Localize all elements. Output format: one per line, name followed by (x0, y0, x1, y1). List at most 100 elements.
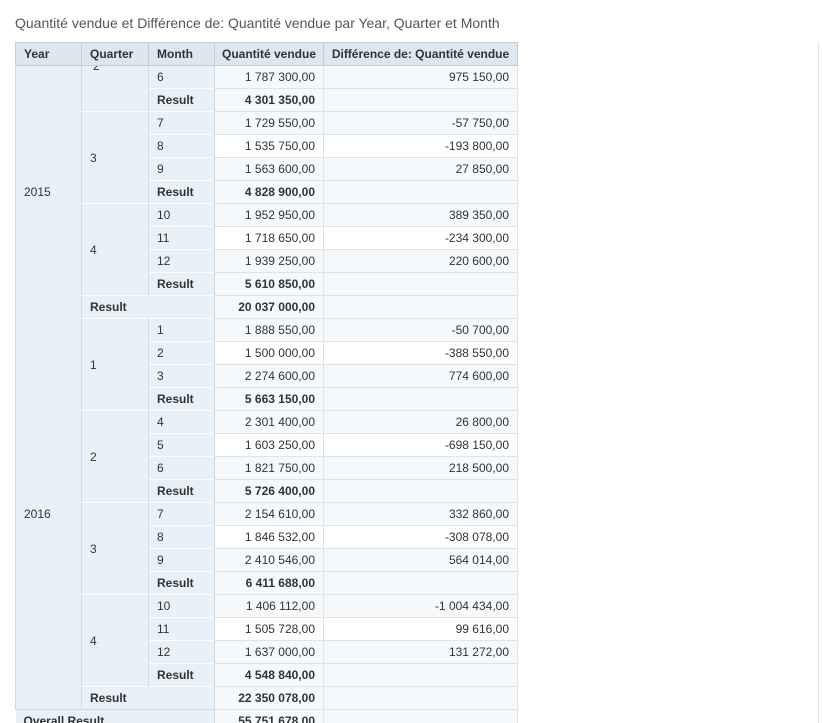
table-row: 2015 6 1 787 300,00 975 150,00 (15, 65, 518, 319)
quarter-result-quantity: 5 610 850,00 (214, 272, 324, 296)
quarter-result-difference (323, 272, 518, 296)
table-row: 371 729 550,00 -57 750,00 (16, 111, 518, 204)
quarter-result-label: Result (148, 479, 215, 503)
quarter-result-difference (323, 88, 518, 112)
difference-cell: -50 700,00 (323, 318, 518, 342)
difference-cell: 131 272,00 (323, 640, 518, 664)
quarter-result-label: Result (148, 663, 215, 687)
quantity-cell: 2 410 546,00 (214, 548, 324, 572)
table-header: Year Quarter Month Quantité vendue Diffé… (15, 42, 518, 66)
month-cell[interactable]: 7 (148, 111, 215, 135)
difference-cell: -308 078,00 (323, 525, 518, 549)
month-cell[interactable]: 5 (148, 433, 215, 457)
quarter-cell[interactable]: 4 (81, 203, 149, 296)
year-result-row: Result 22 350 078,00 (16, 686, 518, 710)
quarter-cell[interactable]: 3 (81, 111, 149, 204)
table-row: 372 154 610,00 332 860,00 (16, 502, 518, 595)
pivot-table-container: Year Quarter Month Quantité vendue Diffé… (15, 42, 518, 723)
year-result-quantity: 20 037 000,00 (214, 295, 324, 319)
month-cell[interactable]: 12 (148, 249, 215, 273)
quarter-result-quantity: 4 548 840,00 (214, 663, 324, 687)
quarter-result-difference (323, 571, 518, 595)
header-quantity[interactable]: Quantité vendue (214, 42, 324, 66)
month-cell[interactable]: 4 (148, 410, 215, 434)
difference-cell: 564 014,00 (323, 548, 518, 572)
difference-cell: 389 350,00 (323, 203, 518, 227)
table-row: 4 10 1 406 112,00 -1 004 434,00 (16, 594, 518, 687)
difference-cell: -1 004 434,00 (323, 594, 518, 618)
year-result-quantity: 22 350 078,00 (214, 686, 324, 710)
difference-cell: 99 616,00 (323, 617, 518, 641)
quantity-cell: 2 154 610,00 (214, 502, 324, 526)
pivot-table: Year Quarter Month Quantité vendue Diffé… (15, 42, 518, 723)
month-cell[interactable]: 9 (148, 157, 215, 181)
header-month[interactable]: Month (148, 42, 215, 66)
month-cell[interactable]: 11 (148, 226, 215, 250)
month-cell[interactable]: 10 (148, 203, 215, 227)
month-cell[interactable]: 6 (148, 456, 215, 480)
month-cell[interactable]: 12 (148, 640, 215, 664)
quarter-result-label: Result (148, 571, 215, 595)
quantity-cell: 1 563 600,00 (214, 157, 324, 181)
difference-cell: -234 300,00 (323, 226, 518, 250)
header-year[interactable]: Year (15, 42, 82, 66)
header-row: Year Quarter Month Quantité vendue Diffé… (15, 42, 518, 66)
quantity-cell: 1 406 112,00 (214, 594, 324, 618)
table-body: 2015 6 1 787 300,00 975 150,00 Result 4 301 3… (15, 65, 518, 723)
quantity-cell: 1 952 950,00 (214, 203, 324, 227)
quarter-result-label: Result (148, 180, 215, 204)
quarter-result-quantity: 4 828 900,00 (214, 180, 324, 204)
month-cell[interactable]: 3 (148, 364, 215, 388)
difference-cell: 27 850,00 (323, 157, 518, 181)
difference-cell: -388 550,00 (323, 341, 518, 365)
difference-cell: 975 150,00 (323, 65, 518, 89)
overall-result-row: Overall Result 55 751 678,00 (15, 709, 518, 723)
quarter-result-quantity: 4 301 350,00 (214, 88, 324, 112)
quarter-result-difference (323, 180, 518, 204)
quantity-cell: 1 637 000,00 (214, 640, 324, 664)
table-row: 4 10 1 952 950,00 389 350,00 (16, 203, 518, 296)
header-difference[interactable]: Différence de: Quantité vendue (323, 42, 518, 66)
quarter-cell[interactable] (81, 65, 149, 112)
quantity-cell: 2 274 600,00 (214, 364, 324, 388)
quantity-cell: 1 729 550,00 (214, 111, 324, 135)
month-cell[interactable]: 8 (148, 525, 215, 549)
overall-result-quantity: 55 751 678,00 (214, 709, 324, 723)
quarter-result-quantity: 5 663 150,00 (214, 387, 324, 411)
header-quarter[interactable]: Quarter (81, 42, 149, 66)
quantity-cell: 1 500 000,00 (214, 341, 324, 365)
month-cell[interactable]: 11 (148, 617, 215, 641)
month-cell[interactable]: 1 (148, 318, 215, 342)
difference-cell: 774 600,00 (323, 364, 518, 388)
table-row: 242 301 400,00 26 800,00 (16, 410, 518, 503)
quarter-result-quantity: 6 411 688,00 (214, 571, 324, 595)
quarter-result-label: Result (148, 387, 215, 411)
difference-cell: 218 500,00 (323, 456, 518, 480)
month-cell[interactable]: 6 (148, 65, 215, 89)
quantity-cell: 2 301 400,00 (214, 410, 324, 434)
month-cell[interactable]: 2 (148, 341, 215, 365)
quantity-cell: 1 939 250,00 (214, 249, 324, 273)
difference-cell: -698 150,00 (323, 433, 518, 457)
difference-cell: 220 600,00 (323, 249, 518, 273)
month-cell[interactable]: 9 (148, 548, 215, 572)
quarter-cell[interactable]: 2 (81, 410, 149, 503)
overall-result-difference (323, 709, 518, 723)
quarter-result-label: Result (148, 88, 215, 112)
quantity-cell: 1 718 650,00 (214, 226, 324, 250)
quantity-cell: 1 821 750,00 (214, 456, 324, 480)
report-title: Quantité vendue et Différence de: Quanti… (15, 15, 500, 31)
year-result-row: Result 20 037 000,00 (16, 295, 518, 319)
difference-cell: 26 800,00 (323, 410, 518, 434)
year-cell[interactable]: 2016 (15, 318, 82, 710)
year-cell[interactable]: 2015 (15, 65, 82, 319)
month-cell[interactable]: 10 (148, 594, 215, 618)
partial-quarter-label: 2 (93, 66, 158, 70)
quarter-cell[interactable]: 4 (81, 594, 149, 687)
month-cell[interactable]: 8 (148, 134, 215, 158)
quarter-cell[interactable]: 1 (81, 318, 149, 411)
quantity-cell: 1 846 532,00 (214, 525, 324, 549)
quantity-cell: 1 888 550,00 (214, 318, 324, 342)
month-cell[interactable]: 7 (148, 502, 215, 526)
quarter-cell[interactable]: 3 (81, 502, 149, 595)
